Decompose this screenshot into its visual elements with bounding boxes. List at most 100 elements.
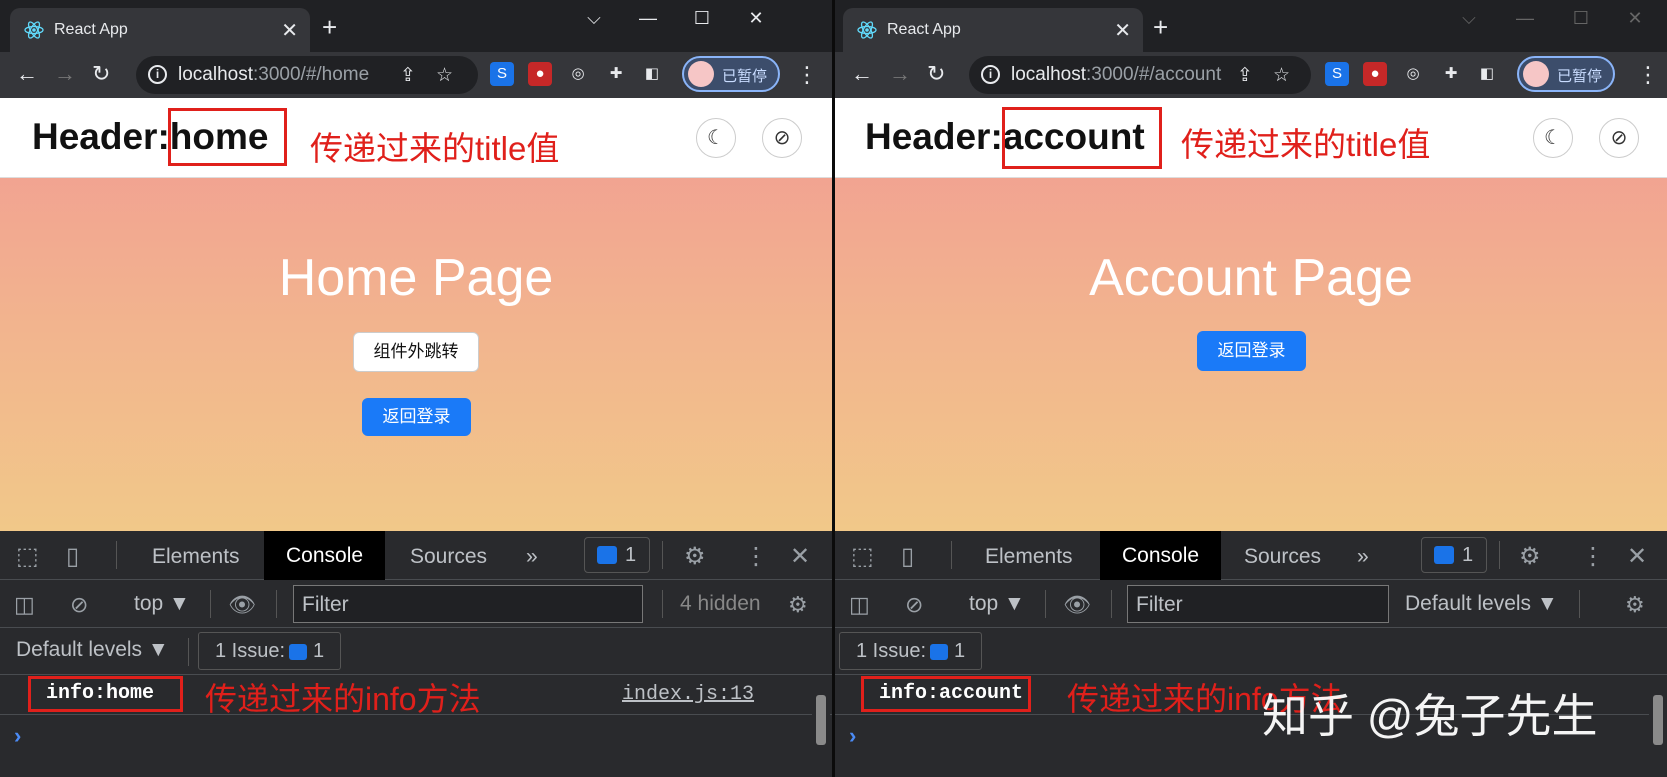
minimize-icon[interactable]: — [638, 8, 658, 29]
share-icon[interactable]: ⇪ [1237, 64, 1253, 87]
back-login-button[interactable]: 返回登录 [1197, 331, 1306, 371]
back-icon[interactable]: ← [851, 63, 873, 85]
filter-input[interactable]: Filter [293, 585, 643, 623]
tab-search-icon[interactable]: ⌵ [1459, 8, 1479, 29]
messages-badge[interactable]: 1 [1421, 537, 1487, 573]
settings-gear-icon[interactable]: ⚙ [1519, 542, 1541, 571]
dark-mode-icon[interactable]: ☾ [1533, 118, 1573, 158]
extension-mascot-icon[interactable]: ● [528, 62, 552, 86]
new-tab-icon[interactable]: + [322, 14, 337, 40]
site-info-icon[interactable]: i [148, 65, 167, 84]
close-tab-icon[interactable]: ✕ [1114, 18, 1131, 43]
browser-tab[interactable]: React App ✕ [843, 8, 1143, 52]
close-tab-icon[interactable]: ✕ [281, 18, 298, 43]
tab-search-icon[interactable]: ⌵ [584, 8, 604, 29]
separator [1499, 541, 1500, 569]
extensions-puzzle-icon[interactable]: ✚ [604, 62, 628, 86]
extension-mascot-icon[interactable]: ● [1363, 62, 1387, 86]
extension-target-icon[interactable]: ◎ [566, 62, 590, 86]
settings-gear-icon[interactable]: ⚙ [684, 542, 706, 571]
share-icon[interactable]: ⇪ [400, 64, 416, 87]
extensions-puzzle-icon[interactable]: ✚ [1439, 62, 1463, 86]
log-levels-dropdown[interactable]: Default levels ▼ [16, 638, 169, 662]
react-logo-icon [857, 21, 877, 39]
clear-console-icon[interactable]: ⊘ [70, 592, 88, 618]
maximize-icon[interactable]: ☐ [692, 8, 712, 29]
hidden-count: 4 hidden [680, 592, 761, 615]
minimize-icon[interactable]: — [1515, 8, 1535, 29]
tab-elements[interactable]: Elements [985, 545, 1073, 569]
dark-mode-icon[interactable]: ☾ [696, 118, 736, 158]
clear-console-icon[interactable]: ⊘ [905, 592, 923, 618]
live-expression-eye-icon[interactable]: 👁 [1063, 592, 1091, 618]
scrollbar[interactable] [1649, 675, 1667, 777]
bookmark-star-icon[interactable]: ☆ [436, 64, 453, 87]
live-expression-eye-icon[interactable]: 👁 [228, 592, 256, 618]
maximize-icon[interactable]: ☐ [1571, 8, 1591, 29]
browser-tab[interactable]: React App ✕ [10, 8, 310, 52]
browser-menu-icon[interactable]: ⋮ [796, 62, 818, 88]
tab-console[interactable]: Console [1100, 531, 1222, 580]
sidebar-toggle-icon[interactable]: ◫ [14, 592, 35, 618]
back-login-button[interactable]: 返回登录 [362, 398, 471, 436]
close-window-icon[interactable]: ✕ [746, 8, 766, 29]
new-tab-icon[interactable]: + [1153, 14, 1168, 40]
title-annotation: 传递过来的title值 [310, 130, 560, 167]
context-selector[interactable]: top ▼ [134, 592, 190, 616]
console-prompt-icon[interactable]: › [14, 723, 21, 749]
extension-target-icon[interactable]: ◎ [1401, 62, 1425, 86]
more-tabs-icon[interactable]: » [1357, 545, 1369, 569]
tab-console[interactable]: Console [264, 531, 386, 580]
filter-input[interactable]: Filter [1127, 585, 1389, 623]
profile-button[interactable]: 已暂停 [682, 56, 780, 92]
color-disabled-icon[interactable]: ⊘ [762, 118, 802, 158]
extension-s-icon[interactable]: S [490, 62, 514, 86]
sidebar-toggle-icon[interactable]: ◫ [849, 592, 870, 618]
address-bar[interactable]: i localhost:3000/#/account ⇪ ☆ [969, 56, 1311, 94]
side-panel-icon[interactable]: ◧ [640, 62, 664, 86]
extension-s-icon[interactable]: S [1325, 62, 1349, 86]
forward-icon[interactable]: → [54, 63, 76, 85]
browser-menu-icon[interactable]: ⋮ [1637, 62, 1659, 88]
tab-elements[interactable]: Elements [152, 545, 240, 569]
side-panel-icon[interactable]: ◧ [1475, 62, 1499, 86]
inspect-element-icon[interactable]: ⬚ [16, 542, 39, 571]
site-info-icon[interactable]: i [981, 65, 1000, 84]
messages-badge[interactable]: 1 [584, 537, 650, 573]
reload-icon[interactable]: ↻ [927, 63, 945, 85]
devtools-menu-icon[interactable]: ⋮ [744, 542, 768, 571]
issues-button[interactable]: 1 Issue: 1 [839, 632, 983, 670]
console-settings-icon[interactable]: ⚙ [1625, 592, 1645, 618]
forward-icon[interactable]: → [889, 63, 911, 85]
console-prompt-icon[interactable]: › [849, 723, 856, 749]
close-devtools-icon[interactable]: ✕ [790, 542, 810, 571]
back-icon[interactable]: ← [16, 63, 38, 85]
inspect-element-icon[interactable]: ⬚ [851, 542, 874, 571]
scrollbar[interactable] [812, 675, 830, 777]
scrollbar-thumb[interactable] [816, 695, 826, 745]
devtools-menu-icon[interactable]: ⋮ [1581, 542, 1605, 571]
avatar [688, 61, 714, 87]
separator [188, 638, 189, 666]
device-toolbar-icon[interactable]: ▯ [901, 542, 914, 571]
log-levels-dropdown[interactable]: Default levels ▼ [1405, 592, 1558, 616]
reload-icon[interactable]: ↻ [92, 63, 110, 85]
close-window-icon[interactable]: ✕ [1625, 8, 1645, 29]
address-bar[interactable]: i localhost:3000/#/home ⇪ ☆ [136, 56, 478, 94]
color-disabled-icon[interactable]: ⊘ [1599, 118, 1639, 158]
context-selector[interactable]: top ▼ [969, 592, 1025, 616]
tab-sources[interactable]: Sources [1244, 545, 1321, 569]
log-message: info:account [879, 682, 1024, 705]
more-tabs-icon[interactable]: » [526, 545, 538, 569]
outside-nav-button[interactable]: 组件外跳转 [353, 332, 479, 372]
bookmark-star-icon[interactable]: ☆ [1273, 64, 1290, 87]
avatar [1523, 61, 1549, 87]
scrollbar-thumb[interactable] [1653, 695, 1663, 745]
close-devtools-icon[interactable]: ✕ [1627, 542, 1647, 571]
tab-sources[interactable]: Sources [410, 545, 487, 569]
device-toolbar-icon[interactable]: ▯ [66, 542, 79, 571]
profile-button[interactable]: 已暂停 [1517, 56, 1615, 92]
issues-button[interactable]: 1 Issue: 1 [198, 632, 342, 670]
log-source-link[interactable]: index.js:13 [622, 683, 754, 706]
console-settings-icon[interactable]: ⚙ [788, 592, 808, 618]
